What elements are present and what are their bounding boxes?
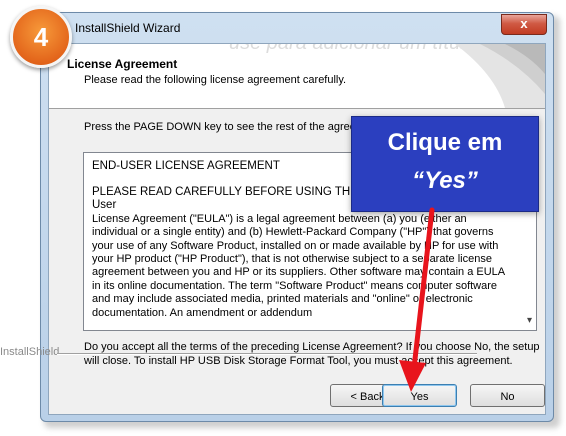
callout-line-2: “Yes” <box>412 167 478 194</box>
close-button[interactable]: x <box>501 14 547 35</box>
instruction-text: Press the PAGE DOWN key to see the rest … <box>84 121 384 133</box>
wizard-client-area: use para adicionar um título License Agr… <box>48 43 546 415</box>
page-subtitle: Please read the following license agreem… <box>84 74 347 86</box>
eula-body-text: License Agreement ("EULA") is a legal ag… <box>92 212 505 319</box>
step-number-badge: 4 <box>10 6 72 68</box>
yes-button[interactable]: Yes <box>382 384 457 407</box>
brand-divider <box>57 353 477 355</box>
page-title: License Agreement <box>67 57 178 71</box>
wizard-header: use para adicionar um título License Agr… <box>49 44 545 109</box>
title-bar[interactable]: InstallShield Wizard x <box>41 13 553 43</box>
installshield-swoosh-icon <box>455 44 545 108</box>
no-button[interactable]: No <box>470 384 545 407</box>
callout-line-1: Clique em <box>387 129 503 156</box>
installshield-brand-label: InstallShield <box>0 346 60 358</box>
window-title: InstallShield Wizard <box>75 21 181 35</box>
eula-heading: END-USER LICENSE AGREEMENT <box>92 160 280 172</box>
close-icon: x <box>520 16 528 31</box>
installshield-window: InstallShield Wizard x use para adiciona… <box>40 12 554 422</box>
scroll-down-icon[interactable]: ▾ <box>527 315 532 326</box>
instruction-callout: Clique em “Yes” <box>351 116 539 212</box>
